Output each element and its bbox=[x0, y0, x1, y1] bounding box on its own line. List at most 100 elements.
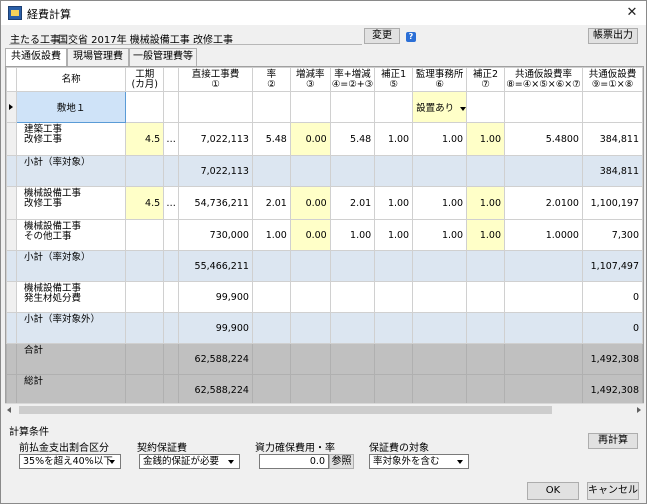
adjust-rate-cell bbox=[289, 374, 331, 406]
detail-button[interactable]: … bbox=[163, 186, 180, 220]
expense-grid[interactable]: 名称 工期 (カ月) 直接工事費 ①率 ② 増減率 ③ 率+増減 ④=②+③ 補正1 ⑤監… bbox=[5, 66, 644, 416]
adjust-rate-cell[interactable]: 0.00 bbox=[289, 122, 331, 156]
table-row[interactable]: 建築工事 改修工事 4.5… 7,022,113 5.48 0.00 5.48 1.00 1.… bbox=[6, 122, 643, 156]
rate-cell: 2.01 bbox=[251, 186, 291, 220]
temp-cost-cell: 0 bbox=[581, 312, 643, 344]
period-cell[interactable] bbox=[125, 219, 165, 251]
grid-cell[interactable] bbox=[163, 91, 180, 123]
adjust-rate-cell[interactable]: 0.00 bbox=[289, 219, 331, 251]
supervision-office-cell bbox=[412, 250, 468, 282]
row-header[interactable] bbox=[6, 374, 17, 406]
header-bar: 主たる工事 国交省 2017年 機械設備工事 改修工事 変更 ? 帳票出力 bbox=[1, 27, 646, 47]
correction1-cell bbox=[374, 155, 414, 187]
row-header[interactable] bbox=[6, 312, 17, 344]
row-header[interactable] bbox=[6, 281, 17, 313]
period-cell[interactable]: 4.5 bbox=[125, 122, 165, 156]
detail-button[interactable]: … bbox=[163, 122, 180, 156]
prepay-ratio-label: 前払金支出割合区分 bbox=[19, 443, 109, 454]
row-header[interactable] bbox=[6, 186, 17, 220]
row-header[interactable] bbox=[6, 122, 17, 156]
period-cell[interactable] bbox=[125, 155, 165, 187]
prepay-ratio-select[interactable]: 35%を超え40%以下 bbox=[19, 454, 121, 469]
tab-general-management[interactable]: 一般管理費等 bbox=[129, 48, 197, 66]
period-cell[interactable] bbox=[125, 281, 165, 313]
supervision-office-value: 設置あり bbox=[416, 103, 455, 114]
table-row[interactable]: 敷地１ 設置あり bbox=[6, 91, 643, 123]
rate-cell: 1.00 bbox=[251, 219, 291, 251]
row-header[interactable] bbox=[6, 250, 17, 282]
scroll-right-icon[interactable] bbox=[637, 407, 641, 413]
item-name-cell: 機械設備工事 その他工事 bbox=[15, 219, 127, 251]
table-row[interactable]: 小計（率対象） 55,466,211 1,107,497 bbox=[6, 250, 643, 282]
cancel-button[interactable]: キャンセル bbox=[587, 482, 639, 500]
period-cell[interactable] bbox=[125, 343, 165, 375]
horizontal-scrollbar[interactable] bbox=[5, 403, 644, 416]
grid-cell[interactable] bbox=[466, 91, 505, 123]
temp-rate-cell bbox=[504, 250, 583, 282]
grid-cell[interactable] bbox=[504, 91, 583, 123]
header-row: 名称 工期 (カ月) 直接工事費 ①率 ② 増減率 ③ 率+増減 ④=②+③ 補正1 ⑤監… bbox=[6, 67, 643, 92]
rate-plus-adjust-cell bbox=[329, 281, 376, 313]
location-name-cell[interactable]: 敷地１ bbox=[15, 91, 127, 123]
temp-rate-cell: 5.4800 bbox=[504, 122, 583, 156]
row-header[interactable] bbox=[6, 219, 17, 251]
help-icon[interactable]: ? bbox=[406, 32, 416, 42]
period-cell[interactable] bbox=[125, 374, 165, 406]
direct-cost-cell: 7,022,113 bbox=[178, 122, 253, 156]
row-header[interactable] bbox=[6, 91, 17, 123]
recalculate-button[interactable]: 再計算 bbox=[588, 433, 638, 449]
correction2-cell[interactable]: 1.00 bbox=[466, 186, 505, 220]
table-row[interactable]: 小計（率対象外） 99,900 0 bbox=[6, 312, 643, 344]
tab-common-temporary[interactable]: 共通仮設費 bbox=[5, 48, 67, 67]
grid-cell[interactable] bbox=[125, 91, 165, 123]
scroll-left-icon[interactable] bbox=[7, 407, 11, 413]
close-icon[interactable]: ✕ bbox=[622, 3, 642, 23]
temp-rate-cell: 1.0000 bbox=[504, 219, 583, 251]
row-header[interactable] bbox=[6, 343, 17, 375]
period-cell[interactable]: 4.5 bbox=[125, 186, 165, 220]
report-output-button[interactable]: 帳票出力 bbox=[588, 28, 638, 44]
direct-cost-cell: 62,588,224 bbox=[178, 343, 253, 375]
detail-button bbox=[163, 281, 180, 313]
row-header[interactable] bbox=[6, 155, 17, 187]
rate-cell: 5.48 bbox=[251, 122, 291, 156]
adjust-rate-cell[interactable]: 0.00 bbox=[289, 186, 331, 220]
grid-cell[interactable] bbox=[289, 91, 331, 123]
item-name-cell: 建築工事 改修工事 bbox=[15, 122, 127, 156]
table-row[interactable]: 総計 62,588,224 1,492,308 bbox=[6, 374, 643, 406]
table-row[interactable]: 機械設備工事 その他工事 730,000 1.00 0.00 1.00 1.00 1.00 1… bbox=[6, 219, 643, 251]
table-row[interactable]: 機械設備工事 発生材処分費 99,900 0 bbox=[6, 281, 643, 313]
change-button[interactable]: 変更 bbox=[364, 28, 400, 44]
tab-site-management[interactable]: 現場管理費 bbox=[67, 48, 129, 66]
period-cell[interactable] bbox=[125, 250, 165, 282]
grid-cell[interactable] bbox=[374, 91, 414, 123]
rate-cell bbox=[251, 312, 291, 344]
guarantee-target-select[interactable]: 率対象外を含む bbox=[369, 454, 469, 469]
column-header: 率 ② bbox=[251, 67, 291, 92]
row-header-corner bbox=[6, 67, 17, 92]
rate-plus-adjust-cell bbox=[329, 250, 376, 282]
reference-button[interactable]: 参照 bbox=[329, 454, 354, 469]
expense-table: 名称 工期 (カ月) 直接工事費 ①率 ② 増減率 ③ 率+増減 ④=②+③ 補正1 ⑤監… bbox=[6, 67, 643, 406]
table-row[interactable]: 小計（率対象） 7,022,113 384,811 bbox=[6, 155, 643, 187]
correction2-cell[interactable]: 1.00 bbox=[466, 122, 505, 156]
supervision-office-select[interactable]: 設置あり bbox=[412, 91, 468, 123]
funding-rate-input[interactable]: 0.0 bbox=[259, 454, 329, 469]
scroll-thumb[interactable] bbox=[19, 406, 552, 414]
correction1-cell: 1.00 bbox=[374, 219, 414, 251]
grid-cell[interactable] bbox=[251, 91, 291, 123]
contract-guarantee-select[interactable]: 金銭的保証が必要 bbox=[139, 454, 240, 469]
grid-cell[interactable] bbox=[329, 91, 376, 123]
rate-cell bbox=[251, 250, 291, 282]
grid-cell[interactable] bbox=[178, 91, 253, 123]
table-row[interactable]: 機械設備工事 改修工事 4.5… 54,736,211 2.01 0.00 2.01 1.0… bbox=[6, 186, 643, 220]
item-name-cell: 機械設備工事 発生材処分費 bbox=[15, 281, 127, 313]
ok-button[interactable]: OK bbox=[527, 482, 579, 500]
correction2-cell[interactable]: 1.00 bbox=[466, 219, 505, 251]
grid-cell[interactable] bbox=[581, 91, 643, 123]
column-header: 補正1 ⑤ bbox=[374, 67, 414, 92]
correction2-cell bbox=[466, 155, 505, 187]
period-cell[interactable] bbox=[125, 312, 165, 344]
table-row[interactable]: 合計 62,588,224 1,492,308 bbox=[6, 343, 643, 375]
adjust-rate-cell bbox=[289, 281, 331, 313]
